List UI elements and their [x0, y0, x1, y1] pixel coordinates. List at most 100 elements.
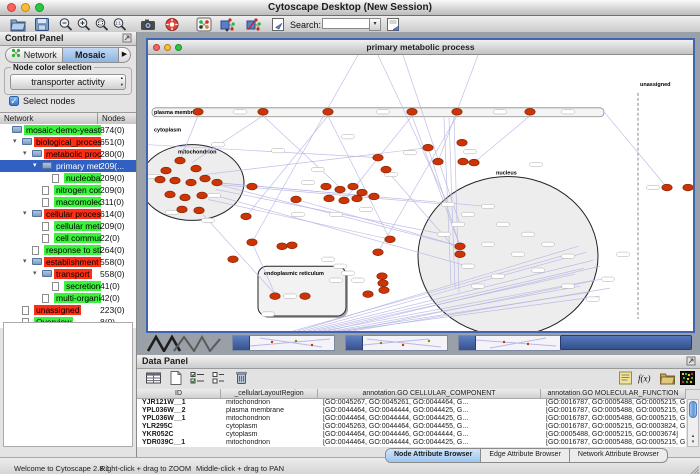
node-label-pill [472, 284, 485, 288]
import-attributes-button[interactable] [659, 370, 676, 386]
node-label-pill [530, 162, 543, 166]
search-dropdown-button[interactable]: ▾ [369, 18, 381, 31]
matrix-view-button[interactable] [679, 370, 696, 386]
network-window-titlebar[interactable]: primary metabolic process [148, 40, 693, 55]
zoom-selected-button[interactable] [94, 17, 110, 32]
dropdown-arrows-icon: ▴▾ [121, 75, 123, 88]
tree-row-cellular-process[interactable]: ▾cellular process614(0) [0, 208, 136, 220]
folder-icon [12, 126, 22, 133]
table-cell: [GO:0016787, GO:0005488, GO:0005215, G..… [541, 439, 686, 447]
new-attribute-button[interactable] [167, 370, 184, 386]
tab-mosaic[interactable]: Mosaic [62, 48, 119, 62]
select-all-attributes-button[interactable] [189, 370, 206, 386]
network-node [324, 195, 334, 202]
table-scrollbar[interactable]: ▴ ▾ [687, 399, 699, 447]
network-view-window[interactable]: primary metabolic process plasma membran… [146, 38, 695, 333]
tree-col-network[interactable]: Network [4, 113, 33, 124]
network-edge [474, 116, 530, 163]
zoom-out-button[interactable] [58, 17, 74, 32]
zoom-in-button[interactable] [76, 17, 92, 32]
disclosure-triangle-icon[interactable]: ▾ [23, 148, 27, 160]
annotation-page-button[interactable] [385, 17, 401, 32]
scroll-down-arrow[interactable]: ▾ [688, 439, 698, 445]
node-color-dropdown[interactable]: transporter activity ▴▾ [10, 74, 126, 90]
tree-row-cell-communication[interactable]: cell communication22(0) [0, 232, 136, 244]
tab-overflow-arrow[interactable]: ▶ [118, 48, 130, 62]
minimized-window-titlebar [346, 336, 363, 350]
column-header[interactable]: _cellularLayoutRegion [221, 389, 318, 399]
export-image-button[interactable] [140, 17, 156, 32]
tree-row-node-count: 223(0) [100, 304, 125, 316]
attribute-label-button[interactable] [617, 370, 634, 386]
tab-network-attribute-browser[interactable]: Network Attribute Browser [570, 449, 667, 462]
float-panel-icon[interactable] [686, 356, 696, 366]
tab-edge-attribute-browser[interactable]: Edge Attribute Browser [481, 449, 570, 462]
table-row[interactable]: YPL036W__2plasma membrane[GO:0044464, GO… [137, 407, 686, 415]
unselect-all-attributes-button[interactable] [210, 370, 227, 386]
show-attributes-button[interactable] [145, 370, 162, 386]
open-session-button[interactable] [10, 17, 26, 32]
column-header[interactable]: ID [137, 389, 221, 399]
table-row[interactable]: YKR052Ccytoplasm[GO:0044464, GO:0044446,… [137, 431, 686, 439]
network-canvas[interactable]: plasma membranecytoplasmmitochondrionnuc… [148, 55, 693, 331]
tree-row-metabolic-process[interactable]: ▾metabolic process280(0) [0, 148, 136, 160]
tree-row-nucleobase-contain[interactable]: nucleobase-contain209(0) [0, 172, 136, 184]
save-session-button[interactable] [34, 17, 50, 32]
destroy-network-view-button[interactable] [246, 17, 262, 32]
disclosure-triangle-icon[interactable]: ▾ [23, 208, 27, 220]
tree-row-secretion[interactable]: secretion41(0) [0, 280, 136, 292]
status-zoom-hint: Right-click + drag to ZOOM [100, 464, 191, 473]
table-row[interactable]: YPL036W__1mitochondrion[GO:0044464, GO:0… [137, 415, 686, 423]
table-row[interactable]: YLR295Ccytoplasm[GO:0045263, GO:0044464,… [137, 423, 686, 431]
network-overview-button[interactable] [196, 17, 212, 32]
window-titlebar[interactable]: Cytoscape Desktop (New Session) [0, 0, 700, 16]
tree-row-nitrogen-compoun[interactable]: nitrogen compoun209(0) [0, 184, 136, 196]
tree-row-transport[interactable]: ▾transport558(0) [0, 268, 136, 280]
search-input[interactable] [322, 18, 370, 29]
tree-row-cellular-metabolic[interactable]: cellular metabolic209(0) [0, 220, 136, 232]
tree-row-establishment-of-loc[interactable]: ▾establishment of loc558(0) [0, 256, 136, 268]
column-header[interactable]: annotation.GO CELLULAR_COMPONENT [318, 389, 541, 399]
column-header[interactable]: annotation.GO MOLECULAR_FUNCTION [541, 389, 686, 399]
formula-builder-button[interactable]: f(x) [637, 370, 654, 386]
minimized-window[interactable] [458, 335, 561, 351]
tab-node-attribute-browser[interactable]: Node Attribute Browser [386, 449, 481, 462]
help-button[interactable] [164, 17, 180, 32]
tree-row-primary-metabolic-process[interactable]: ▾primary metabolic process209(... [0, 160, 136, 172]
disclosure-triangle-icon[interactable]: ▾ [13, 136, 17, 148]
browser-tabs: Node Attribute Browser Edge Attribute Br… [385, 448, 668, 463]
disclosure-triangle-icon[interactable]: ▾ [33, 268, 37, 280]
tree-row-mosaic-demo-yeast[interactable]: mosaic-demo-yeast874(0) [0, 124, 136, 136]
tree-row-multi-organism-pro[interactable]: multi-organism pro42(0) [0, 292, 136, 304]
minimized-window[interactable] [345, 335, 448, 351]
tree-row-macromolecule-me[interactable]: macromolecule me311(0) [0, 196, 136, 208]
select-nodes-row[interactable]: ✓ Select nodes [9, 96, 75, 106]
network-window-title: primary metabolic process [148, 40, 693, 54]
delete-attribute-button[interactable] [233, 370, 250, 386]
float-panel-icon[interactable] [122, 33, 132, 43]
svg-text:nucleus: nucleus [496, 171, 517, 177]
scrollbar-thumb[interactable] [689, 401, 697, 418]
create-network-view-button[interactable] [220, 17, 236, 32]
zoom-fit-button[interactable]: 1:1 [112, 17, 128, 32]
network-node [165, 191, 175, 198]
tree-row-unassigned[interactable]: unassigned223(0) [0, 304, 136, 316]
resize-grip[interactable] [689, 464, 699, 474]
minimized-window[interactable] [232, 335, 335, 351]
disclosure-triangle-icon[interactable]: ▾ [23, 256, 27, 268]
table-row[interactable]: YDR039C__1mitochondrion[GO:0044464, GO:0… [137, 439, 686, 447]
table-row[interactable]: YJR121W__1mitochondrion[GO:0045267, GO:0… [137, 399, 686, 407]
tree-row-biological_process[interactable]: ▾biological_process651(0) [0, 136, 136, 148]
tree-row-response-to-stimulus[interactable]: response to stimulus264(0) [0, 244, 136, 256]
tree-col-nodes[interactable]: Nodes [97, 113, 125, 124]
network-node [352, 195, 362, 202]
tab-network[interactable]: Network [6, 48, 62, 62]
select-nodes-checkbox[interactable]: ✓ [9, 96, 19, 106]
birds-eye-view-panel[interactable] [3, 322, 133, 447]
disclosure-triangle-icon[interactable]: ▾ [33, 160, 37, 172]
node-label-pill [284, 294, 297, 298]
select-nodes-label: Select nodes [23, 96, 75, 106]
minimized-window-bar[interactable] [560, 335, 692, 350]
network-node [357, 189, 367, 196]
annotation-tool-button[interactable] [270, 17, 286, 32]
